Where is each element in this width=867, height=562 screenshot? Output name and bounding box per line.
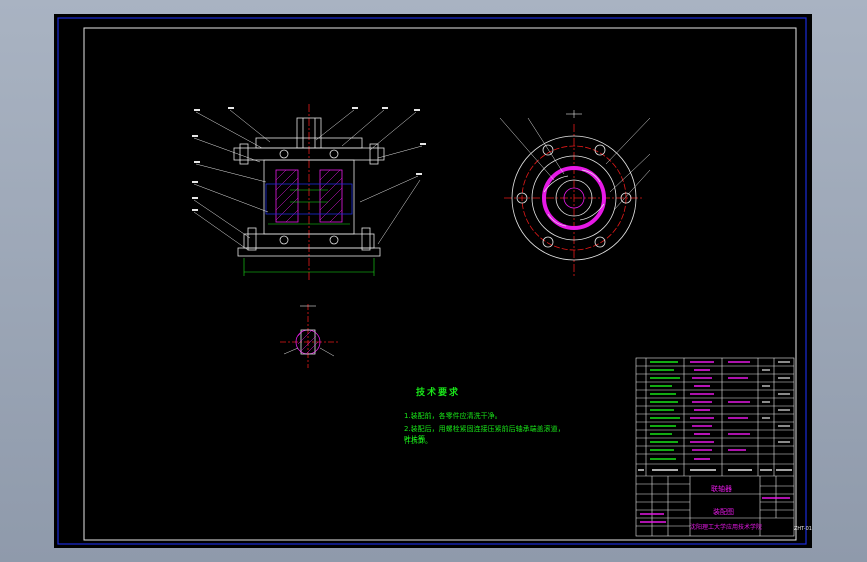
- detail-section-b: [280, 304, 338, 368]
- technical-requirement-1: 1.装配前，各零件应清洗干净。: [404, 412, 502, 420]
- title-block-drawing-code: ZHT-01: [794, 526, 812, 532]
- title-block-drawing-title: 装配图: [713, 508, 734, 516]
- side-section-view: [499, 110, 651, 276]
- technical-requirements-title: 技术要求: [416, 388, 461, 398]
- title-block-school: 沈阳理工大学应用技术学院: [690, 524, 763, 531]
- cad-drawing: [57, 17, 807, 545]
- front-section-view: [192, 104, 426, 282]
- drawing-sheet: 技术要求 1.装配前，各零件应清洗干净。 2.装配后，用螺栓紧固连接压紧前后轴承…: [54, 14, 812, 548]
- outer-border: [57, 17, 807, 545]
- title-block-part-name: 联轴器: [711, 485, 732, 493]
- inner-border: [83, 27, 797, 541]
- technical-requirement-3: 件拆卸。: [404, 437, 432, 445]
